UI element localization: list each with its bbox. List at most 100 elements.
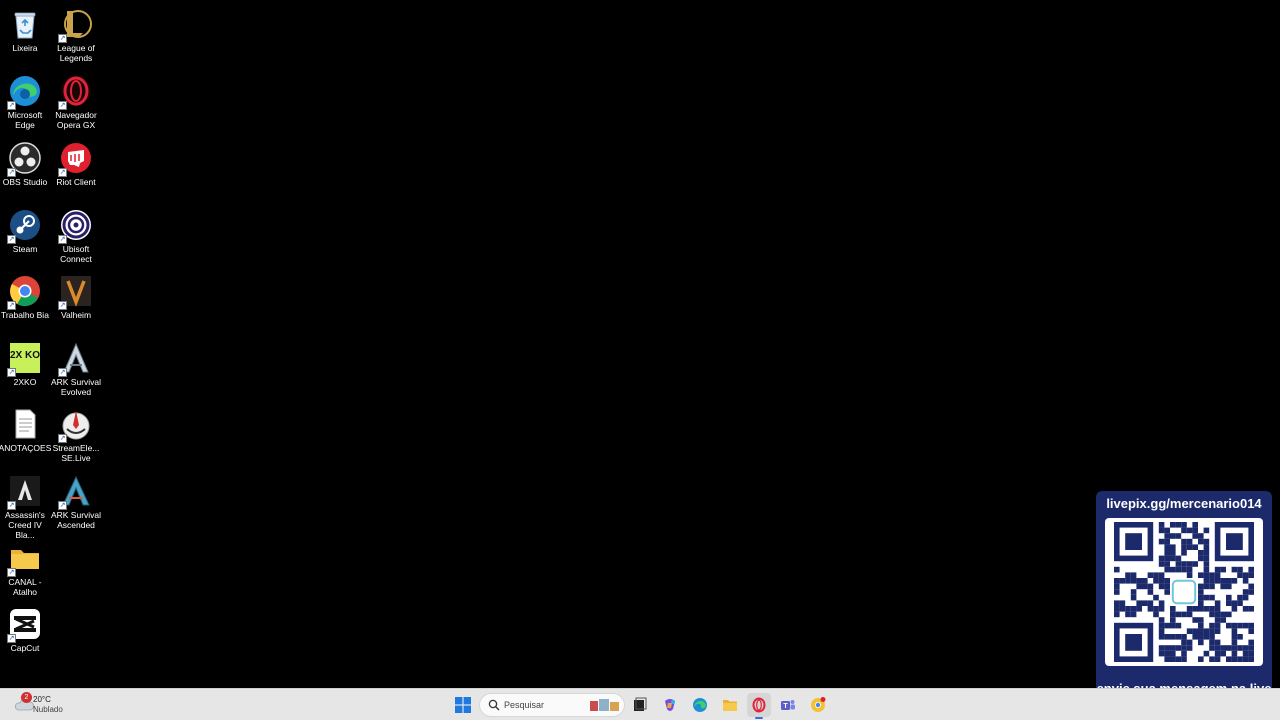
desktop-icon-ubisoft[interactable]: ↗ Ubisoft Connect xyxy=(51,204,101,264)
recycle-bin-icon xyxy=(8,7,42,41)
folder-icon xyxy=(723,700,737,711)
desktop-icon-label: CANAL - Atalho xyxy=(8,577,42,597)
shortcut-arrow-icon: ↗ xyxy=(7,634,16,643)
notification-badge: 2 xyxy=(21,692,32,703)
svg-text:T: T xyxy=(783,703,788,710)
opera-gx-icon: ↗ xyxy=(58,74,93,110)
assassins-creed-icon: ↗ xyxy=(7,474,42,510)
start-button[interactable] xyxy=(451,693,475,717)
desktop-icon-label: Steam xyxy=(12,244,38,254)
taskbar-chrome[interactable] xyxy=(806,693,830,717)
text-file-icon xyxy=(8,407,42,441)
desktop-icon-label: ARK Survival Ascended xyxy=(50,510,102,530)
shortcut-arrow-icon: ↗ xyxy=(58,34,67,43)
copilot-button[interactable] xyxy=(658,693,682,717)
steam-icon: ↗ xyxy=(7,208,42,244)
desktop-icon-label: CapCut xyxy=(10,643,40,653)
desktop-icon-valheim[interactable]: ↗ Valheim xyxy=(51,270,101,320)
desktop-icon-label: League of Legends xyxy=(57,43,95,63)
desktop-icon-ark-survival-ascended[interactable]: ↗ ARK Survival Ascended xyxy=(51,470,101,530)
desktop-icon-label: Ubisoft Connect xyxy=(60,244,92,264)
shortcut-arrow-icon: ↗ xyxy=(7,568,16,577)
shortcut-arrow-icon: ↗ xyxy=(58,301,67,310)
desktop-icon-steam[interactable]: ↗ Steam xyxy=(0,204,50,254)
shortcut-arrow-icon: ↗ xyxy=(7,168,16,177)
shortcut-arrow-icon: ↗ xyxy=(58,235,67,244)
desktop-icon-label: StreamEle... SE.Live xyxy=(52,443,100,463)
valheim-icon: ↗ xyxy=(58,274,93,310)
qr-code-icon xyxy=(1105,518,1263,666)
weather-widget[interactable]: 2 20°C Nublado xyxy=(12,692,82,718)
desktop-icon-label: OBS Studio xyxy=(2,177,48,187)
shortcut-arrow-icon: ↗ xyxy=(7,101,16,110)
chrome-icon xyxy=(811,697,826,712)
search-placeholder: Pesquisar xyxy=(504,700,545,710)
desktop-icon-label: Microsoft Edge xyxy=(7,110,43,130)
shortcut-arrow-icon: ↗ xyxy=(58,434,67,443)
desktop-icon-opera-gx[interactable]: ↗ Navegador Opera GX xyxy=(51,70,101,130)
search-highlight-icon xyxy=(590,699,619,711)
shortcut-arrow-icon: ↗ xyxy=(58,501,67,510)
edge-icon xyxy=(693,698,707,712)
weather-condition: Nublado xyxy=(33,705,63,714)
weather-temp: 20°C xyxy=(33,695,51,704)
obs-icon: ↗ xyxy=(7,141,42,177)
desktop-icon-label: ANOTAÇOES xyxy=(0,443,52,453)
desktop-icon-label: Valheim xyxy=(60,310,92,320)
active-indicator xyxy=(755,717,763,719)
teams-icon: T xyxy=(781,700,795,710)
desktop-icon-streamelements[interactable]: ↗ StreamEle... SE.Live xyxy=(51,403,101,463)
shortcut-arrow-icon: ↗ xyxy=(7,235,16,244)
desktop-icon-obs[interactable]: ↗ OBS Studio xyxy=(0,137,50,187)
desktop-icon-riot-client[interactable]: ↗ Riot Client xyxy=(51,137,101,187)
desktop-icon-label: Assassin's Creed IV Bla... xyxy=(5,510,45,540)
desktop-icon-edge[interactable]: ↗ Microsoft Edge xyxy=(0,70,50,130)
desktop-icon-label: ARK Survival Evolved xyxy=(50,377,102,397)
2xko-icon-text: 2X KO xyxy=(10,350,40,361)
taskbar: 2 20°C Nublado Pesquisar T xyxy=(0,688,1280,720)
2xko-icon: 2X KO ↗ xyxy=(7,341,42,377)
desktop-icon-anotacoes[interactable]: ANOTAÇOES xyxy=(0,403,52,453)
copilot-icon xyxy=(665,699,675,711)
shortcut-arrow-icon: ↗ xyxy=(58,168,67,177)
search-icon xyxy=(488,699,500,711)
streamelements-icon: ↗ xyxy=(58,407,93,443)
league-of-legends-icon: ↗ xyxy=(58,7,93,43)
desktop: Lixeira ↗ Microsoft Edge ↗ OBS Studio ↗ … xyxy=(0,0,1280,688)
taskbar-opera-gx[interactable] xyxy=(747,693,771,719)
shortcut-arrow-icon: ↗ xyxy=(7,501,16,510)
chrome-icon: ↗ xyxy=(7,274,42,310)
desktop-icon-ark-survival-evolved[interactable]: ↗ ARK Survival Evolved xyxy=(51,337,101,397)
desktop-icon-trabalho-bia[interactable]: ↗ Trabalho Bia xyxy=(0,270,50,320)
taskbar-file-explorer[interactable] xyxy=(718,693,742,717)
desktop-icon-label: Riot Client xyxy=(56,177,96,187)
shortcut-arrow-icon: ↗ xyxy=(7,301,16,310)
livepix-url: livepix.gg/mercenario014 xyxy=(1106,496,1262,511)
shortcut-arrow-icon: ↗ xyxy=(7,368,16,377)
taskbar-edge[interactable] xyxy=(688,693,712,717)
folder-icon: ↗ xyxy=(7,541,42,577)
shortcut-arrow-icon: ↗ xyxy=(58,368,67,377)
taskbar-teams[interactable]: T xyxy=(776,693,800,717)
riot-client-icon: ↗ xyxy=(58,141,93,177)
desktop-icon-label: Navegador Opera GX xyxy=(55,110,97,130)
search-box[interactable]: Pesquisar xyxy=(479,693,625,717)
livepix-overlay: livepix.gg/mercenario014 envie sua mensa… xyxy=(1096,491,1272,717)
windows-icon xyxy=(455,697,471,713)
capcut-icon: ↗ xyxy=(7,607,42,643)
desktop-icon-label: Lixeira xyxy=(12,43,38,53)
desktop-icon-label: 2XKO xyxy=(13,377,37,387)
shortcut-arrow-icon: ↗ xyxy=(58,101,67,110)
task-view-button[interactable] xyxy=(628,693,652,717)
desktop-icon-lixeira[interactable]: Lixeira xyxy=(0,3,50,53)
desktop-icon-label: Trabalho Bia xyxy=(1,310,49,320)
ubisoft-icon: ↗ xyxy=(58,208,93,244)
edge-icon: ↗ xyxy=(7,74,42,110)
desktop-icon-assassins-creed[interactable]: ↗ Assassin's Creed IV Bla... xyxy=(0,470,50,540)
ark-ascended-icon: ↗ xyxy=(58,474,93,510)
task-view-icon xyxy=(634,697,647,711)
desktop-icon-league-of-legends[interactable]: ↗ League of Legends xyxy=(51,3,101,63)
desktop-icon-canal[interactable]: ↗ CANAL - Atalho xyxy=(0,537,50,597)
desktop-icon-2xko[interactable]: 2X KO ↗ 2XKO xyxy=(0,337,50,387)
desktop-icon-capcut[interactable]: ↗ CapCut xyxy=(0,603,50,653)
